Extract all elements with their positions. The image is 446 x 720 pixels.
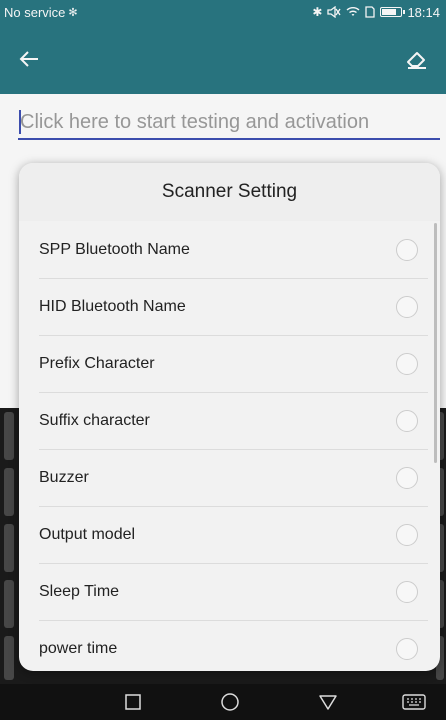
list-item-buzzer[interactable]: Buzzer xyxy=(19,449,440,506)
radio-button[interactable] xyxy=(396,295,418,318)
list-item-power-time[interactable]: power time xyxy=(19,620,440,671)
radio-button[interactable] xyxy=(396,466,418,489)
item-label: HID Bluetooth Name xyxy=(39,297,186,315)
radio-button[interactable] xyxy=(396,352,418,375)
item-label: Suffix character xyxy=(39,411,150,429)
keyboard-switch-button[interactable] xyxy=(401,692,427,712)
radio-button[interactable] xyxy=(396,409,418,432)
item-label: Prefix Character xyxy=(39,354,155,372)
radio-button[interactable] xyxy=(396,637,418,660)
recents-button[interactable] xyxy=(122,692,144,712)
circle-icon xyxy=(221,693,239,711)
item-label: Output model xyxy=(39,525,136,543)
radio-button[interactable] xyxy=(396,580,418,603)
item-label: Sleep Time xyxy=(39,582,120,600)
home-button[interactable] xyxy=(219,692,241,712)
settings-list: SPP Bluetooth Name HID Bluetooth Name Pr… xyxy=(19,221,440,671)
nav-back-button[interactable] xyxy=(317,692,339,712)
scanner-setting-dialog: Scanner Setting SPP Bluetooth Name HID B… xyxy=(19,163,440,671)
list-item-spp-bluetooth-name[interactable]: SPP Bluetooth Name xyxy=(19,221,440,278)
list-item-sleep-time[interactable]: Sleep Time xyxy=(19,563,440,620)
list-item-output-model[interactable]: Output model xyxy=(19,506,440,563)
radio-button[interactable] xyxy=(396,523,418,546)
square-icon xyxy=(125,694,141,710)
keyboard-icon xyxy=(402,694,426,710)
item-label: SPP Bluetooth Name xyxy=(39,240,190,258)
list-scrollbar[interactable] xyxy=(434,223,437,463)
item-label: power time xyxy=(39,639,118,657)
item-label: Buzzer xyxy=(39,468,89,486)
radio-button[interactable] xyxy=(396,238,418,261)
triangle-icon xyxy=(319,695,337,710)
list-item-hid-bluetooth-name[interactable]: HID Bluetooth Name xyxy=(19,278,440,335)
list-item-suffix-character[interactable]: Suffix character xyxy=(19,392,440,449)
system-navigation-bar xyxy=(0,684,446,720)
list-item-prefix-character[interactable]: Prefix Character xyxy=(19,335,440,392)
dialog-title: Scanner Setting xyxy=(19,163,440,221)
